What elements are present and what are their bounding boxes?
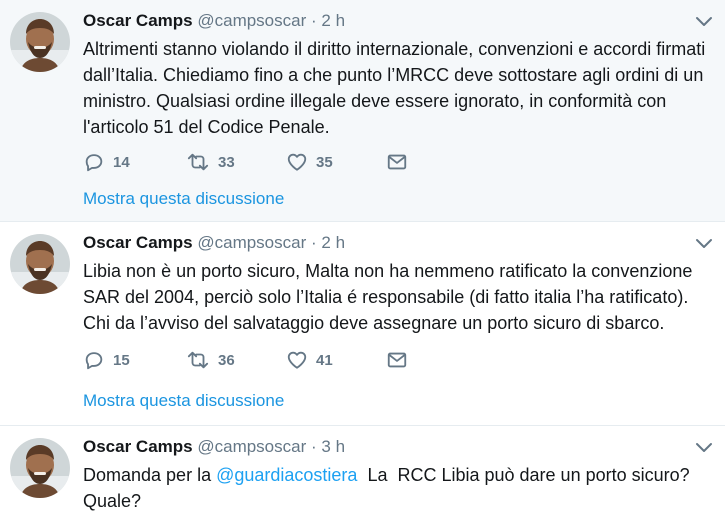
retweet-icon [186, 151, 210, 173]
heart-icon [286, 151, 308, 173]
author-handle[interactable]: @campsoscar [197, 11, 306, 30]
author-name[interactable]: Oscar Camps [83, 233, 193, 252]
tweet[interactable]: Oscar Camps @campsoscar · 2 h Libia non … [0, 222, 725, 426]
avatar[interactable] [10, 438, 70, 498]
author-handle[interactable]: @campsoscar [197, 233, 306, 252]
retweet-button[interactable]: 33 [186, 150, 235, 174]
tweet-text-start: Domanda per la [83, 465, 217, 485]
envelope-icon [386, 151, 408, 173]
show-thread-link[interactable]: Mostra questa discussione [83, 390, 284, 412]
timestamp[interactable]: 2 h [321, 233, 345, 252]
like-count: 35 [316, 153, 333, 171]
separator: · [311, 11, 317, 30]
envelope-icon [386, 349, 408, 371]
author-handle[interactable]: @campsoscar [197, 437, 306, 456]
chevron-down-icon[interactable] [695, 14, 713, 28]
avatar[interactable] [10, 12, 70, 72]
chevron-down-icon[interactable] [695, 440, 713, 454]
avatar[interactable] [10, 234, 70, 294]
separator: · [311, 233, 317, 252]
dm-button[interactable] [386, 150, 408, 174]
reply-icon [83, 151, 105, 173]
retweet-count: 36 [218, 351, 235, 369]
tweet[interactable]: Oscar Camps @campsoscar · 2 h Altrimenti… [0, 0, 725, 222]
tweet-header: Oscar Camps @campsoscar · 2 h [83, 10, 345, 32]
chevron-down-icon[interactable] [695, 236, 713, 250]
like-button[interactable]: 41 [286, 348, 333, 372]
retweet-icon [186, 349, 210, 371]
timestamp[interactable]: 3 h [321, 437, 345, 456]
reply-icon [83, 349, 105, 371]
tweet-header: Oscar Camps @campsoscar · 2 h [83, 232, 345, 254]
retweet-button[interactable]: 36 [186, 348, 235, 372]
reply-button[interactable]: 14 [83, 150, 130, 174]
author-name[interactable]: Oscar Camps [83, 437, 193, 456]
tweet-header: Oscar Camps @campsoscar · 3 h [83, 436, 345, 458]
timestamp[interactable]: 2 h [321, 11, 345, 30]
show-thread-link[interactable]: Mostra questa discussione [83, 188, 284, 210]
separator: · [311, 437, 317, 456]
mention-link[interactable]: @guardiacostiera [216, 465, 357, 485]
reply-count: 15 [113, 351, 130, 369]
tweet[interactable]: Oscar Camps @campsoscar · 3 h Domanda pe… [0, 426, 725, 514]
tweet-text: Altrimenti stanno violando il diritto in… [83, 39, 706, 137]
dm-button[interactable] [386, 348, 408, 372]
like-count: 41 [316, 351, 333, 369]
heart-icon [286, 349, 308, 371]
author-name[interactable]: Oscar Camps [83, 11, 193, 30]
reply-count: 14 [113, 153, 130, 171]
tweet-text: Domanda per la @guardiacostiera La RCC L… [83, 462, 713, 514]
like-button[interactable]: 35 [286, 150, 333, 174]
retweet-count: 33 [218, 153, 235, 171]
reply-button[interactable]: 15 [83, 348, 130, 372]
tweet-text: Libia non è un porto sicuro, Malta non h… [83, 261, 693, 333]
